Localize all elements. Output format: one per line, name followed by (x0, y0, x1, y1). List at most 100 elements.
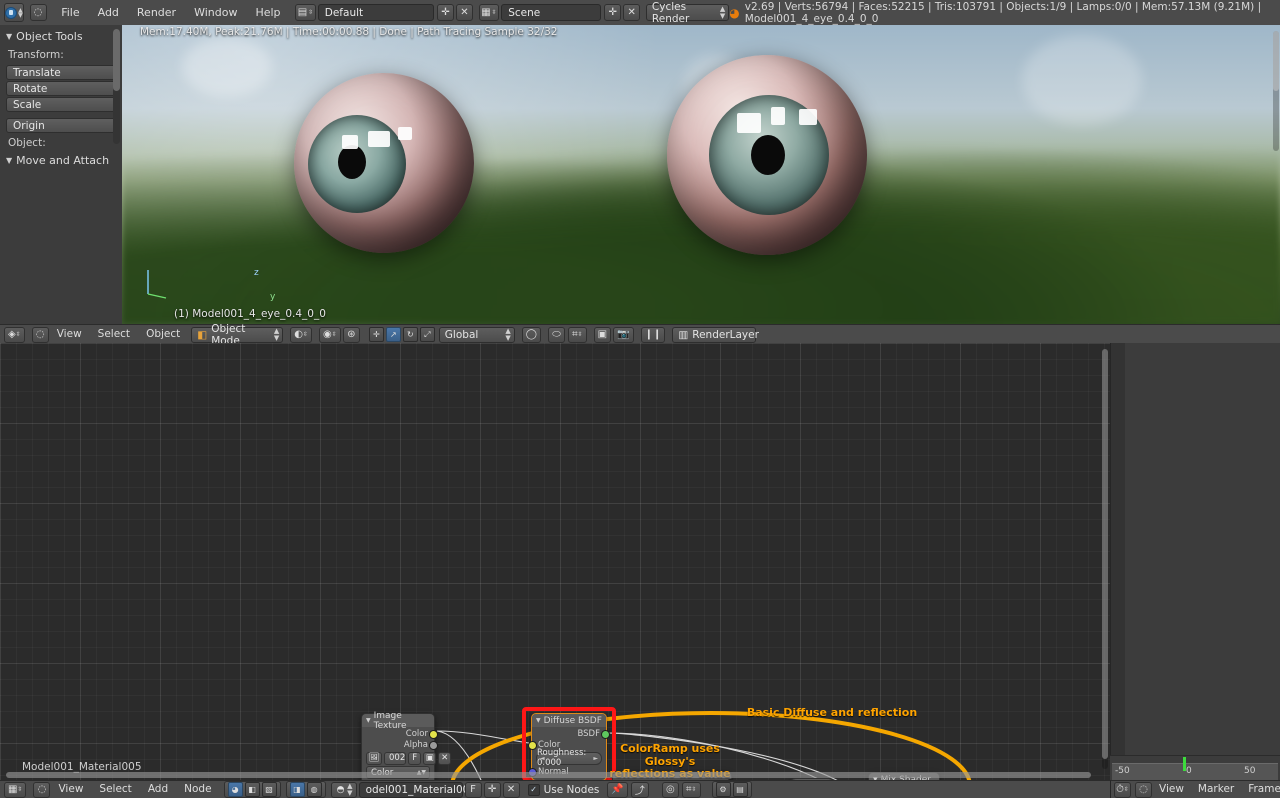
timeline-ruler[interactable]: -50 0 50 (1112, 757, 1278, 780)
menu-window[interactable]: Window (185, 0, 246, 25)
backdrop-icon[interactable]: ▤ (732, 782, 748, 797)
shader-nodes-icon[interactable]: ◕ (227, 782, 243, 797)
vp-menu-select[interactable]: Select (90, 325, 138, 344)
remove-scene-icon[interactable]: ✕ (623, 4, 641, 21)
socket-row-alpha[interactable]: Alpha (362, 739, 438, 750)
node-editor-vscrollbar[interactable] (1102, 349, 1108, 769)
collapse-footer-icon[interactable]: ◌ (33, 781, 51, 798)
node-header-diffuse-bsdf[interactable]: ▼ Diffuse BSDF (532, 714, 606, 727)
collapse-timeline-icon[interactable]: ◌ (1135, 781, 1152, 798)
scale-button[interactable]: Scale (6, 97, 116, 112)
image-datablock-row[interactable]: 🖼 002 F ▣ ✕ (366, 751, 452, 765)
axis-gizmo-icon (147, 270, 167, 299)
editor-type-icon-nodes[interactable]: ▦ ⇳ (4, 781, 27, 798)
blender-logo-icon[interactable]: ▲ ▼ (4, 3, 24, 22)
rotate-manipulator-icon[interactable]: ↻ (402, 327, 418, 342)
remove-layout-icon[interactable]: ✕ (456, 4, 473, 21)
viewport-scrollbar[interactable] (1273, 31, 1279, 151)
object-mode-dropdown[interactable]: ◧ Object Mode ▲ ▼ (191, 323, 284, 347)
translate-manipulator-icon[interactable]: ↗ (385, 327, 401, 342)
render-layer-dropdown[interactable]: ▥ RenderLayer (672, 326, 759, 343)
menu-file[interactable]: File (52, 0, 88, 25)
node-snap-icon[interactable]: ⌗ ⇳ (681, 781, 701, 798)
editor-type-icon-3dview[interactable]: ◈ ⇳ (4, 326, 25, 343)
roughness-slider[interactable]: ◄ Roughness: 0.000 ► (536, 748, 602, 768)
screen-layout-field[interactable]: Default (317, 4, 434, 21)
ne-menu-add[interactable]: Add (140, 781, 176, 798)
tl-menu-view[interactable]: View (1152, 781, 1191, 798)
viewport-shading-icon[interactable]: ◐ ⇳ (290, 326, 313, 343)
properties-tab-column[interactable] (1111, 343, 1125, 780)
collapse-header-icon[interactable]: ◌ (31, 326, 49, 343)
add-layout-icon[interactable]: ✛ (437, 4, 454, 21)
proportional-edit-icon[interactable]: ⬭ (548, 326, 565, 343)
translate-button[interactable]: Translate (6, 65, 116, 80)
screen-layout-icon[interactable]: ▤ ⇳ (295, 4, 316, 21)
collapse-menu-icon[interactable]: ◌ (29, 4, 47, 21)
fake-user-button[interactable]: F (408, 751, 422, 765)
go-to-parent-icon[interactable]: ⤴ (630, 781, 649, 798)
vp-menu-object[interactable]: Object (138, 325, 188, 344)
top-menu-bar: ▲ ▼ ◌ File Add Render Window Help ▤ ⇳ Defa… (0, 0, 1280, 26)
texture-nodes-icon[interactable]: ▧ (261, 782, 277, 797)
timeline-playhead[interactable] (1183, 757, 1186, 771)
render-preview-icon[interactable]: ▣ (593, 326, 612, 343)
camera-icon[interactable]: 📷 (613, 326, 634, 343)
origin-button[interactable]: Origin (6, 118, 116, 133)
snap-during-transform-icon[interactable]: ⊛ (342, 326, 360, 343)
pin-icon[interactable]: 📌 (607, 781, 628, 798)
manipulator-toggle-icon[interactable]: ✛ (368, 327, 384, 342)
timeline-editor[interactable]: -50 0 50 (1110, 755, 1280, 781)
vp-menu-view[interactable]: View (49, 325, 90, 344)
scene-field[interactable]: Scene (501, 4, 602, 21)
editor-type-icon-timeline[interactable]: ⏱ ⇳ (1114, 781, 1131, 798)
move-and-attach-header[interactable]: ▼ Move and Attach (0, 152, 122, 170)
properties-panel[interactable] (1110, 343, 1280, 780)
auto-render-icon[interactable]: ⚙ (715, 782, 731, 797)
rotate-button[interactable]: Rotate (6, 81, 116, 96)
layer-icon[interactable]: ◯ (521, 326, 541, 343)
new-material-icon[interactable]: ✛ (483, 781, 501, 798)
compositing-nodes-icon[interactable]: ◧ (244, 782, 260, 797)
material-browse-dropdown[interactable]: ◓ ▲ ▼ (330, 781, 357, 798)
image-icon[interactable]: 🖼 (366, 751, 382, 765)
object-shader-icon[interactable]: ◨ (289, 782, 305, 797)
render-engine-dropdown[interactable]: Cycles Render ▲ ▼ (645, 1, 730, 25)
3d-viewport[interactable]: z y (1) Model001_4_eye_0.4_0_0 (122, 25, 1280, 324)
material-name-field[interactable]: odel001_Material005 (358, 781, 476, 798)
tl-menu-frame[interactable]: Frame (1241, 781, 1280, 798)
socket-row-bsdf[interactable]: BSDF (532, 728, 610, 739)
glint-left-3 (398, 127, 412, 140)
unlink-material-icon[interactable]: ✕ (502, 781, 520, 798)
pivot-point-icon[interactable]: ◉ ⇳ (319, 326, 341, 343)
add-scene-icon[interactable]: ✛ (604, 4, 622, 21)
menu-help[interactable]: Help (246, 0, 289, 25)
image-name-field[interactable]: 002 (384, 751, 407, 765)
render-engine-label: Cycles Render (651, 0, 690, 25)
use-nodes-checkbox[interactable]: ✓ Use Nodes (527, 783, 599, 796)
ne-menu-view[interactable]: View (50, 781, 91, 798)
overlay-icon[interactable]: ◎ (661, 781, 679, 798)
ne-menu-select[interactable]: Select (91, 781, 139, 798)
pack-icon[interactable]: ▣ (423, 751, 437, 765)
world-shader-icon[interactable]: ◍ (306, 782, 322, 797)
tl-menu-marker[interactable]: Marker (1191, 781, 1241, 798)
node-header-image-texture[interactable]: ▼ Image Texture (362, 711, 434, 731)
menu-add[interactable]: Add (89, 0, 128, 25)
transform-orientation-dropdown[interactable]: Global ▲ ▼ (438, 326, 515, 343)
node-editor-hscrollbar[interactable] (6, 772, 1091, 778)
socket-row-color[interactable]: Color (362, 728, 438, 739)
pause-icon[interactable]: ❙❙ (640, 326, 666, 343)
node-image-texture[interactable]: ▼ Image Texture Color Alpha 🖼 002 F ▣ ✕ C… (361, 711, 452, 780)
snap-magnet-icon[interactable]: ⌗ ⇳ (568, 326, 587, 343)
menu-render[interactable]: Render (128, 0, 185, 25)
unlink-icon[interactable]: ✕ (438, 751, 452, 765)
scene-icon[interactable]: ▦ ⇳ (478, 4, 500, 21)
scale-manipulator-icon[interactable]: ⤢ (419, 327, 435, 342)
glint-right-2 (771, 107, 785, 125)
ne-menu-node[interactable]: Node (176, 781, 219, 798)
node-editor[interactable]: ▼ Image Texture Color Alpha 🖼 002 F ▣ ✕ C… (0, 343, 1110, 780)
tool-shelf-scrollbar[interactable] (113, 29, 120, 144)
fake-user-button[interactable]: F (464, 781, 482, 798)
object-tools-header[interactable]: ▼ Object Tools (0, 25, 122, 46)
